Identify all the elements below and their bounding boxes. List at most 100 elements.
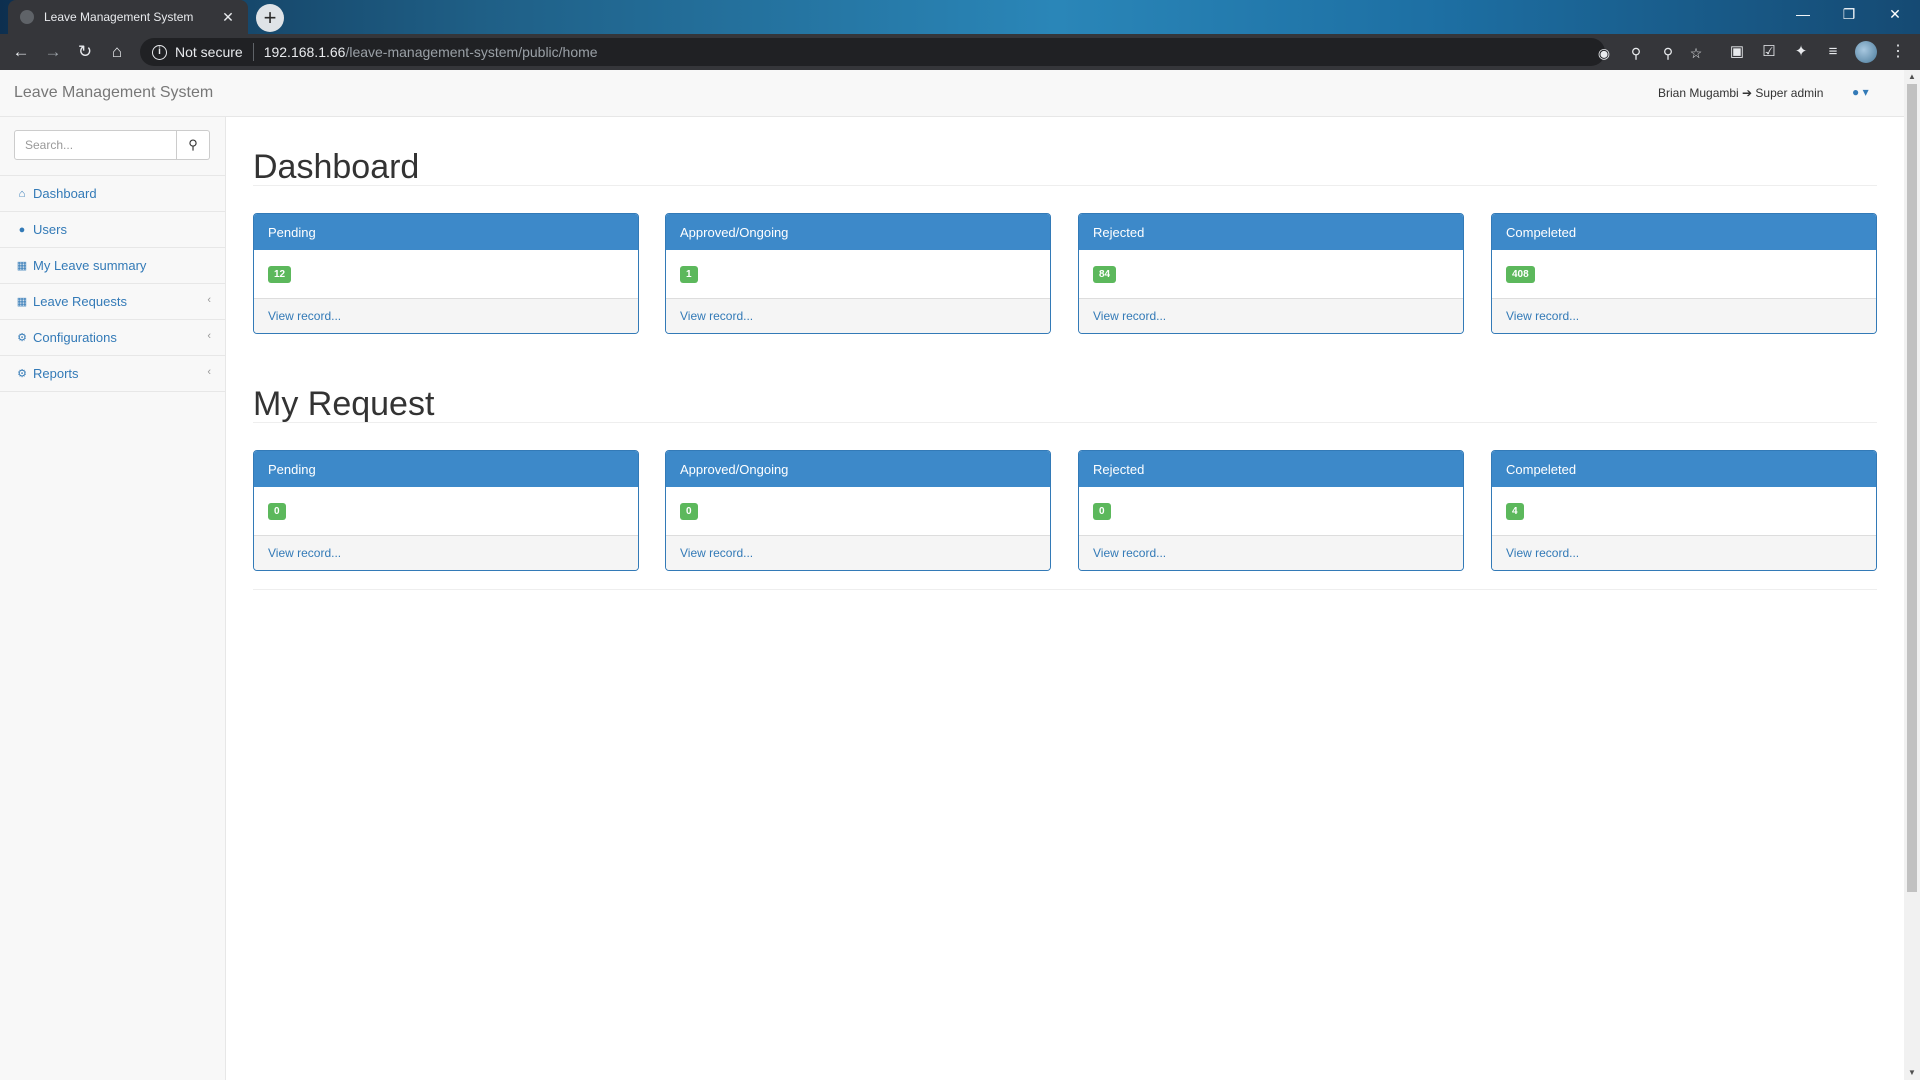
url-divider xyxy=(252,43,254,61)
chevron-left-icon: ‹ xyxy=(207,330,211,342)
security-label[interactable]: Not secure xyxy=(175,44,243,60)
window-close-button[interactable]: ✕ xyxy=(1872,0,1918,30)
count-badge: 84 xyxy=(1093,266,1117,283)
app-brand[interactable]: Leave Management System xyxy=(14,84,213,102)
restore-button[interactable]: ❐ xyxy=(1826,0,1872,30)
sidebar-item-leave-requests[interactable]: ▦ Leave Requests ‹ xyxy=(0,284,225,320)
my-request-card-approved: Approved/Ongoing 0 View record... xyxy=(665,450,1051,571)
view-record-link[interactable]: View record... xyxy=(1492,298,1876,333)
view-record-link[interactable]: View record... xyxy=(666,298,1050,333)
key-icon[interactable]: ⚲ xyxy=(1627,44,1645,62)
search-button[interactable]: ⚲ xyxy=(177,130,210,160)
card-body: 0 xyxy=(666,487,1050,535)
scroll-down-icon[interactable]: ▼ xyxy=(1904,1066,1920,1080)
sidebar-item-reports[interactable]: ⚙ Reports ‹ xyxy=(0,356,225,392)
profile-avatar[interactable] xyxy=(1855,41,1877,63)
app-root: Leave Management System Brian Mugambi ➔ … xyxy=(0,70,1904,1080)
browser-menu-icon[interactable]: ⋮ xyxy=(1890,42,1906,62)
view-record-link[interactable]: View record... xyxy=(254,535,638,570)
bookmark-star-icon[interactable]: ☆ xyxy=(1687,44,1705,62)
url-host: 192.168.1.66 xyxy=(263,44,346,60)
gear-icon: ⚙ xyxy=(17,368,27,380)
tab-close-icon[interactable]: ✕ xyxy=(220,9,236,26)
cookie-blocked-icon[interactable]: ◉ xyxy=(1595,44,1613,62)
media-queue-icon[interactable]: ≡ xyxy=(1823,42,1843,62)
address-bar[interactable]: i Not secure 192.168.1.66 /leave-managem… xyxy=(140,38,1702,66)
sidebar-menu: ⌂ Dashboard ● Users ▦ My Leave summary ▦… xyxy=(0,175,225,392)
section-divider xyxy=(253,589,1877,590)
gear-icon: ⚙ xyxy=(17,332,27,344)
sidebar-item-label: My Leave summary xyxy=(33,258,147,273)
info-icon[interactable]: i xyxy=(152,44,167,60)
card-heading: Approved/Ongoing xyxy=(666,451,1050,487)
scroll-up-icon[interactable]: ▲ xyxy=(1904,70,1920,84)
card-body: 84 xyxy=(1079,250,1463,298)
user-dropdown-toggle[interactable]: ● ▾ xyxy=(1852,85,1869,99)
count-badge: 0 xyxy=(268,503,286,520)
checklist-extension-icon[interactable]: ☑ xyxy=(1759,42,1779,62)
caret-down-icon: ▾ xyxy=(1862,85,1869,99)
user-info: Brian Mugambi ➔ Super admin xyxy=(1658,86,1824,100)
home-icon: ⌂ xyxy=(18,187,26,200)
dashboard-card-approved: Approved/Ongoing 1 View record... xyxy=(665,213,1051,334)
page-scrollbar[interactable]: ▲ ▼ xyxy=(1904,70,1920,1080)
view-record-link[interactable]: View record... xyxy=(1079,298,1463,333)
view-record-link[interactable]: View record... xyxy=(254,298,638,333)
forward-icon[interactable]: → xyxy=(40,40,66,64)
top-navbar: Leave Management System Brian Mugambi ➔ … xyxy=(0,70,1904,117)
users-icon: ● xyxy=(18,223,26,236)
search-input[interactable] xyxy=(14,130,177,160)
grid-icon: ▦ xyxy=(16,296,28,308)
grid-icon: ▦ xyxy=(16,260,28,272)
card-heading: Rejected xyxy=(1079,451,1463,487)
card-heading: Approved/Ongoing xyxy=(666,214,1050,250)
translate-extension-icon[interactable]: ▣ xyxy=(1727,42,1747,62)
count-badge: 1 xyxy=(680,266,698,283)
reload-icon[interactable]: ↻ xyxy=(72,40,98,64)
sidebar-item-configurations[interactable]: ⚙ Configurations ‹ xyxy=(0,320,225,356)
count-badge: 0 xyxy=(1093,503,1111,520)
my-request-card-rejected: Rejected 0 View record... xyxy=(1078,450,1464,571)
section-title: My Request xyxy=(253,385,435,423)
view-record-link[interactable]: View record... xyxy=(1079,535,1463,570)
sidebar-item-dashboard[interactable]: ⌂ Dashboard xyxy=(0,176,225,212)
card-body: 12 xyxy=(254,250,638,298)
puzzle-extensions-icon[interactable]: ✦ xyxy=(1791,42,1811,62)
dashboard-card-pending: Pending 12 View record... xyxy=(253,213,639,334)
new-tab-button[interactable]: + xyxy=(256,4,284,32)
card-body: 408 xyxy=(1492,250,1876,298)
view-record-link[interactable]: View record... xyxy=(666,535,1050,570)
card-heading: Pending xyxy=(254,214,638,250)
dashboard-header: Dashboard xyxy=(253,148,1877,186)
page-title: Dashboard xyxy=(253,148,420,186)
home-button-icon[interactable]: ⌂ xyxy=(104,40,130,64)
count-badge: 0 xyxy=(680,503,698,520)
main-content: Dashboard Pending 12 View record... Appr… xyxy=(226,117,1904,1080)
card-heading: Pending xyxy=(254,451,638,487)
sidebar-item-label: Configurations xyxy=(33,330,117,345)
search-icon: ⚲ xyxy=(188,137,198,152)
my-request-card-pending: Pending 0 View record... xyxy=(253,450,639,571)
browser-toolbar: ← → ↻ ⌂ i Not secure 192.168.1.66 /leave… xyxy=(0,34,1920,70)
card-body: 0 xyxy=(254,487,638,535)
card-body: 0 xyxy=(1079,487,1463,535)
chevron-left-icon: ‹ xyxy=(207,294,211,306)
minimize-button[interactable]: — xyxy=(1780,0,1826,30)
card-heading: Compeleted xyxy=(1492,214,1876,250)
sidebar-item-label: Leave Requests xyxy=(33,294,127,309)
my-request-header: My Request xyxy=(253,385,1877,423)
zoom-icon[interactable]: ⚲ xyxy=(1659,44,1677,62)
tab-title: Leave Management System xyxy=(44,10,194,24)
scroll-thumb[interactable] xyxy=(1907,84,1917,892)
sidebar: ⚲ ⌂ Dashboard ● Users ▦ My Leave summary… xyxy=(0,117,226,1080)
browser-tab[interactable]: Leave Management System ✕ xyxy=(8,0,248,34)
sidebar-item-users[interactable]: ● Users xyxy=(0,212,225,248)
favicon-icon xyxy=(20,10,34,24)
back-icon[interactable]: ← xyxy=(8,40,34,64)
sidebar-item-label: Dashboard xyxy=(33,186,97,201)
sidebar-item-my-leave-summary[interactable]: ▦ My Leave summary xyxy=(0,248,225,284)
chevron-left-icon: ‹ xyxy=(207,366,211,378)
count-badge: 4 xyxy=(1506,503,1524,520)
user-icon: ● xyxy=(1852,85,1860,99)
view-record-link[interactable]: View record... xyxy=(1492,535,1876,570)
